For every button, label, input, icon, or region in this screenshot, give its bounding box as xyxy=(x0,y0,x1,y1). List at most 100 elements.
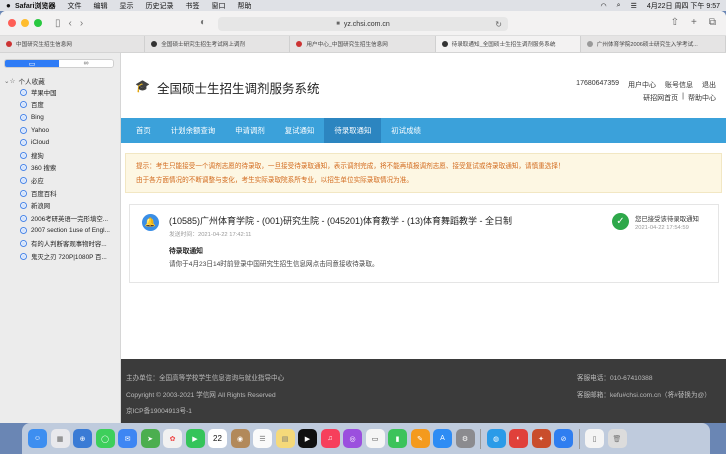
tab-label: 全国硕士研究生招生考试网上调剂 xyxy=(161,42,246,48)
bookmark-item[interactable]: 百度 xyxy=(0,99,120,112)
safari-icon[interactable]: ⊕ xyxy=(73,429,92,448)
document-icon[interactable]: ▯ xyxy=(585,429,604,448)
site-title[interactable]: 全国硕士生招生调剂服务系统 xyxy=(157,78,320,97)
user-center-link[interactable]: 用户中心 xyxy=(628,80,656,90)
bookmark-item[interactable]: 百度百科 xyxy=(0,187,120,200)
lock-icon: ■ xyxy=(336,21,340,27)
globe-icon xyxy=(20,126,27,134)
tab-user-center[interactable]: 用户中心_中国研究生招生信息网 xyxy=(290,36,436,52)
menu-safari[interactable]: Safari浏览器 xyxy=(15,1,55,11)
finder-icon[interactable]: ☺ xyxy=(28,429,47,448)
graduation-cap-icon[interactable]: 🎓 xyxy=(135,79,150,93)
nav-apply-transfer[interactable]: 申请调剂 xyxy=(225,118,275,143)
calendar-icon[interactable]: 22 xyxy=(208,429,227,448)
bookmark-item[interactable]: 360 搜索 xyxy=(0,162,120,175)
bookmark-label: iCloud xyxy=(31,139,50,147)
contacts-icon[interactable]: ◉ xyxy=(230,429,250,448)
bookmarks-mode-button[interactable]: ▭ xyxy=(5,60,59,67)
bookmark-item[interactable]: Bing xyxy=(0,111,120,124)
app-store-icon[interactable]: A xyxy=(433,429,452,448)
bookmark-item[interactable]: Yahoo xyxy=(0,124,120,137)
nav-retest-notice[interactable]: 复试通知 xyxy=(275,118,325,143)
book-icon: ▭ xyxy=(28,60,36,68)
maps-icon[interactable]: ➤ xyxy=(140,429,160,448)
tab-chsi[interactable]: 中国研究生招生信息网 xyxy=(0,36,146,52)
back-icon[interactable]: ‹ xyxy=(69,18,72,29)
apple-icon[interactable]: ● xyxy=(6,1,15,10)
tv-icon[interactable]: ▶ xyxy=(298,429,317,448)
keynote-icon[interactable]: ▭ xyxy=(365,429,385,448)
notes-icon[interactable]: ▤ xyxy=(275,429,295,448)
bookmark-item[interactable]: 必应 xyxy=(0,174,120,187)
globe-icon xyxy=(20,214,27,222)
bookmark-label: 百度 xyxy=(31,102,44,110)
bookmark-item[interactable]: 2007 section 1use of Engl... xyxy=(0,225,120,238)
account-info-link[interactable]: 账号信息 xyxy=(665,80,693,90)
address-bar[interactable]: ■ yz.chsi.com.cn ↻ xyxy=(218,17,508,31)
tab-overview-icon[interactable]: ⧉ xyxy=(709,17,716,28)
netease-music-icon[interactable]: ◐ xyxy=(509,429,528,448)
nav-plan-balance[interactable]: 计划余额查询 xyxy=(161,118,225,143)
trash-icon[interactable]: 🗑 xyxy=(607,429,627,448)
reload-icon[interactable]: ↻ xyxy=(495,20,502,29)
nav-home[interactable]: 首页 xyxy=(126,118,161,143)
facetime-icon[interactable]: ▶ xyxy=(185,429,205,448)
system-preferences-icon[interactable]: ⚙ xyxy=(455,429,475,448)
control-center-icon[interactable]: ☰ xyxy=(631,2,637,10)
close-window-button[interactable] xyxy=(8,19,16,27)
tab-label: 待录取通知_全国硕士生招生调剂服务系统 xyxy=(451,42,556,48)
bookmark-item[interactable]: 新浪网 xyxy=(0,199,120,212)
favorites-header[interactable]: ⌄☆ 个人收藏 xyxy=(0,74,120,86)
podcasts-icon[interactable]: ◎ xyxy=(343,429,362,448)
bookmark-item[interactable]: 搜狗 xyxy=(0,149,120,162)
game-app-icon[interactable]: ✦ xyxy=(531,429,551,448)
bookmark-item[interactable]: 鬼灭之刃 720P|1080P 百... xyxy=(0,250,120,263)
launchpad-icon[interactable]: ▦ xyxy=(50,429,70,448)
yanzhao-home-link[interactable]: 研招网首页 xyxy=(643,93,678,103)
macos-menu-bar: ● Safari浏览器 文件 编辑 显示 历史记录 书签 窗口 帮助 ◠ ⌕ ☰… xyxy=(0,0,726,11)
bookmark-item[interactable]: iCloud xyxy=(0,136,120,149)
tab-tiaoji[interactable]: 全国硕士研究生招生考试网上调剂 xyxy=(145,36,291,52)
chsi-favicon-icon xyxy=(296,41,303,47)
menu-view[interactable]: 显示 xyxy=(119,1,133,11)
bookmark-item[interactable]: 2006考研英语一完形填空... xyxy=(0,212,120,225)
user-phone: 17680647359 xyxy=(576,80,619,87)
tab-gzsport[interactable]: 广州体育学院2006硕士研究生入学考试... xyxy=(581,36,726,52)
user-bar: 17680647359 用户中心 账号信息 退出 xyxy=(576,80,716,90)
nav-pending-admission[interactable]: 待录取通知 xyxy=(324,118,382,143)
bookmark-item[interactable]: 有的人判断客观事物时容... xyxy=(0,237,120,250)
bookmark-item[interactable]: 苹果中国 xyxy=(0,86,120,99)
browser-app-icon[interactable]: ◍ xyxy=(486,429,506,448)
numbers-icon[interactable]: ▮ xyxy=(388,429,407,448)
menu-history[interactable]: 历史记录 xyxy=(145,1,173,11)
nav-initial-scores[interactable]: 初试成绩 xyxy=(381,118,431,143)
share-icon[interactable]: ⇧ xyxy=(671,17,679,28)
menu-file[interactable]: 文件 xyxy=(67,1,81,11)
help-center-link[interactable]: 帮助中心 xyxy=(688,93,716,103)
reading-list-mode-button[interactable]: ∞ xyxy=(59,60,113,67)
menu-bookmarks[interactable]: 书签 xyxy=(185,1,199,11)
wifi-icon[interactable]: ◠ xyxy=(601,2,607,10)
pages-icon[interactable]: ✎ xyxy=(410,429,430,448)
bookmark-label: 鬼灭之刃 720P|1080P 百... xyxy=(31,253,107,261)
reminders-icon[interactable]: ☰ xyxy=(253,429,272,448)
mail-icon[interactable]: ✉ xyxy=(118,429,137,448)
forward-icon[interactable]: › xyxy=(80,18,83,29)
menubar-clock[interactable]: 4月22日 周四 下午 9:57 xyxy=(647,1,720,11)
logout-link[interactable]: 退出 xyxy=(702,80,716,90)
spotlight-icon[interactable]: ⌕ xyxy=(617,2,621,10)
footer-icp[interactable]: 京ICP备19004913号-1 xyxy=(126,405,192,415)
safari-alt-icon[interactable]: ⊘ xyxy=(554,429,573,448)
privacy-shield-icon[interactable]: ◐ xyxy=(200,17,206,28)
music-icon[interactable]: ♫ xyxy=(320,429,340,448)
photos-icon[interactable]: ✿ xyxy=(163,429,182,448)
menu-edit[interactable]: 编辑 xyxy=(93,1,107,11)
new-tab-icon[interactable]: + xyxy=(691,17,697,28)
sidebar-toggle-icon[interactable]: ▯ xyxy=(55,18,61,29)
tab-pending-admission[interactable]: 待录取通知_全国硕士生招生调剂服务系统 xyxy=(435,36,581,52)
minimize-window-button[interactable] xyxy=(21,19,29,27)
menu-help[interactable]: 帮助 xyxy=(237,1,251,11)
menu-window[interactable]: 窗口 xyxy=(211,1,225,11)
messages-icon[interactable]: ◯ xyxy=(95,429,115,448)
zoom-window-button[interactable] xyxy=(34,19,42,27)
